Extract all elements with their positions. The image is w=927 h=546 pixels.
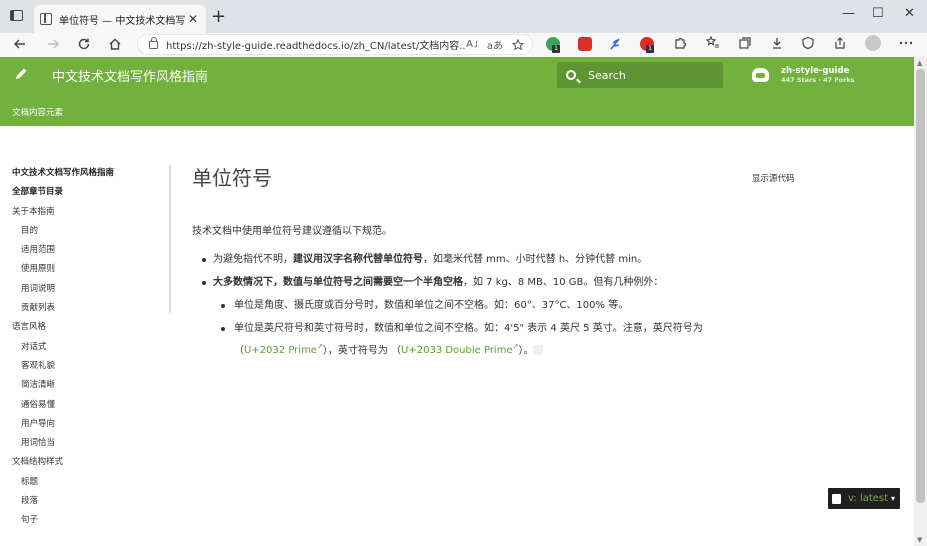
search-placeholder: Search bbox=[588, 68, 626, 82]
list-item: 大多数情况下，数值与单位符号之间需要空一个半角空格，如 7 kg、8 MB、10… bbox=[200, 271, 720, 360]
scroll-up-icon[interactable]: ▲ bbox=[917, 59, 922, 67]
sidebar-item[interactable]: 全部章节目录 bbox=[12, 183, 162, 202]
breadcrumb[interactable]: 文档内容元素 bbox=[12, 106, 63, 118]
tab-title: 单位符号 — 中文技术文档写作风格指南 bbox=[59, 15, 186, 27]
sidebar-item[interactable]: 对话式 bbox=[12, 338, 162, 357]
browser-tab[interactable]: 单位符号 — 中文技术文档写作风格指南 ✕ bbox=[34, 5, 206, 33]
security-icon[interactable] bbox=[801, 36, 815, 50]
sidebar-divider bbox=[169, 165, 171, 313]
book-icon bbox=[832, 493, 841, 504]
main-content: 单位符号 技术文档中使用单位符号建议遵循以下规范。 为避免指代不明，建议用汉字名… bbox=[192, 162, 722, 356]
sidebar-item[interactable]: 段落 bbox=[12, 492, 162, 511]
sidebar-item[interactable]: 简洁清晰 bbox=[12, 376, 162, 395]
share-icon[interactable] bbox=[833, 36, 847, 50]
profile-avatar[interactable] bbox=[865, 35, 881, 51]
scroll-down-icon[interactable]: ▼ bbox=[917, 536, 922, 544]
sidebar-item[interactable]: 用词恰当 bbox=[12, 434, 162, 453]
extension-badge-2: 1 bbox=[646, 45, 654, 53]
sidebar-item[interactable]: 文档结构样式 bbox=[12, 453, 162, 472]
collections-icon[interactable] bbox=[738, 36, 752, 50]
page-scrollbar[interactable]: ▲ ▼ bbox=[914, 57, 927, 546]
tab-favicon-icon bbox=[40, 13, 52, 25]
refresh-icon[interactable] bbox=[77, 37, 91, 51]
double-prime-link[interactable]: U+2033 Double Prime↗ bbox=[401, 343, 518, 356]
extension-red-icon[interactable] bbox=[578, 37, 592, 51]
maximize-icon[interactable]: ☐ bbox=[872, 6, 884, 21]
sidebar-item[interactable]: 用词说明 bbox=[12, 280, 162, 299]
search-icon bbox=[566, 70, 576, 80]
permalink-icon[interactable] bbox=[533, 345, 544, 356]
sidebar-item[interactable]: 贡献列表 bbox=[12, 299, 162, 318]
version-selector[interactable]: v: latest ▾ bbox=[828, 488, 900, 509]
sidebar-item[interactable]: 用户导向 bbox=[12, 415, 162, 434]
pencil-icon[interactable] bbox=[14, 67, 28, 81]
home-icon[interactable] bbox=[108, 37, 122, 51]
translate-icon[interactable]: aあ bbox=[487, 37, 503, 52]
address-bar[interactable]: https://zh-style-guide.readthedocs.io/zh… bbox=[137, 34, 533, 55]
more-menu-icon[interactable] bbox=[899, 41, 913, 45]
read-aloud-icon[interactable]: A˩ bbox=[466, 39, 478, 50]
page-title: 单位符号 bbox=[192, 166, 272, 190]
downloads-icon[interactable] bbox=[770, 36, 784, 50]
sidebar-item[interactable]: 使用原则 bbox=[12, 260, 162, 279]
window-close-icon[interactable]: ✕ bbox=[904, 6, 915, 21]
site-header: 中文技术文档写作风格指南 Search zh-style-guide 447 S… bbox=[0, 57, 914, 126]
browser-titlebar: 单位符号 — 中文技术文档写作风格指南 ✕ + — ☐ ✕ bbox=[0, 0, 927, 33]
tab-actions-icon[interactable] bbox=[10, 10, 23, 21]
tab-close-icon[interactable]: ✕ bbox=[186, 12, 200, 26]
extension-feather-icon[interactable] bbox=[608, 37, 622, 51]
new-tab-icon[interactable]: + bbox=[211, 6, 226, 27]
intro-paragraph: 技术文档中使用单位符号建议遵循以下规范。 bbox=[192, 226, 392, 237]
rules-list: 为避免指代不明，建议用汉字名称代替单位符号，如毫米代替 mm、小时代替 h、分钟… bbox=[200, 248, 720, 360]
sidebar-item[interactable]: 通俗易懂 bbox=[12, 396, 162, 415]
list-item: 为避免指代不明，建议用汉字名称代替单位符号，如毫米代替 mm、小时代替 h、分钟… bbox=[200, 248, 720, 271]
sidebar-item[interactable]: 句子 bbox=[12, 511, 162, 530]
sidebar-item[interactable]: 目的 bbox=[12, 222, 162, 241]
url-text[interactable]: https://zh-style-guide.readthedocs.io/zh… bbox=[166, 37, 466, 52]
scroll-thumb[interactable] bbox=[916, 69, 925, 503]
sidebar-item[interactable]: 语言风格 bbox=[12, 318, 162, 337]
repo-name[interactable]: zh-style-guide bbox=[781, 66, 849, 76]
site-title[interactable]: 中文技术文档写作风格指南 bbox=[52, 66, 208, 85]
extension-badge: 1 bbox=[552, 45, 560, 53]
list-item: 单位是英尺符号和英寸符号时，数值和单位之间不空格。如：4'5" 表示 4 英尺 … bbox=[219, 319, 720, 360]
address-toolbar: https://zh-style-guide.readthedocs.io/zh… bbox=[0, 33, 927, 57]
sidebar-item[interactable]: 中文技术文档写作风格指南 bbox=[12, 164, 162, 183]
github-icon[interactable] bbox=[752, 68, 769, 82]
sidebar-item[interactable]: 标题 bbox=[12, 473, 162, 492]
view-source-link[interactable]: 显示源代码 bbox=[752, 172, 795, 184]
lock-icon[interactable] bbox=[149, 36, 158, 49]
sidebar-item[interactable]: 客观礼貌 bbox=[12, 357, 162, 376]
sidebar-item[interactable]: 适用范围 bbox=[12, 241, 162, 260]
list-item: 单位是角度、摄氏度或百分号时，数值和单位之间不空格。如：60°、37°C、100… bbox=[219, 294, 720, 317]
repo-stats[interactable]: 447 Stars · 47 Forks bbox=[781, 76, 854, 84]
prime-link[interactable]: U+2032 Prime↗ bbox=[244, 343, 323, 356]
favorites-icon[interactable] bbox=[706, 36, 720, 50]
caret-down-icon: ▾ bbox=[891, 494, 896, 503]
sidebar-item[interactable]: 关于本指南 bbox=[12, 203, 162, 222]
forward-icon[interactable] bbox=[46, 37, 60, 51]
search-input[interactable]: Search bbox=[557, 62, 723, 88]
sidebar-nav: 中文技术文档写作风格指南 全部章节目录 关于本指南 目的 适用范围 使用原则 用词说明 贡献列… bbox=[12, 164, 162, 531]
back-icon[interactable] bbox=[13, 37, 27, 51]
version-label: v: latest bbox=[848, 493, 889, 504]
extensions-puzzle-icon[interactable] bbox=[673, 36, 687, 50]
favorite-star-icon[interactable] bbox=[512, 38, 524, 51]
minimize-icon[interactable]: — bbox=[842, 6, 855, 21]
exceptions-list: 单位是角度、摄氏度或百分号时，数值和单位之间不空格。如：60°、37°C、100… bbox=[219, 294, 720, 360]
